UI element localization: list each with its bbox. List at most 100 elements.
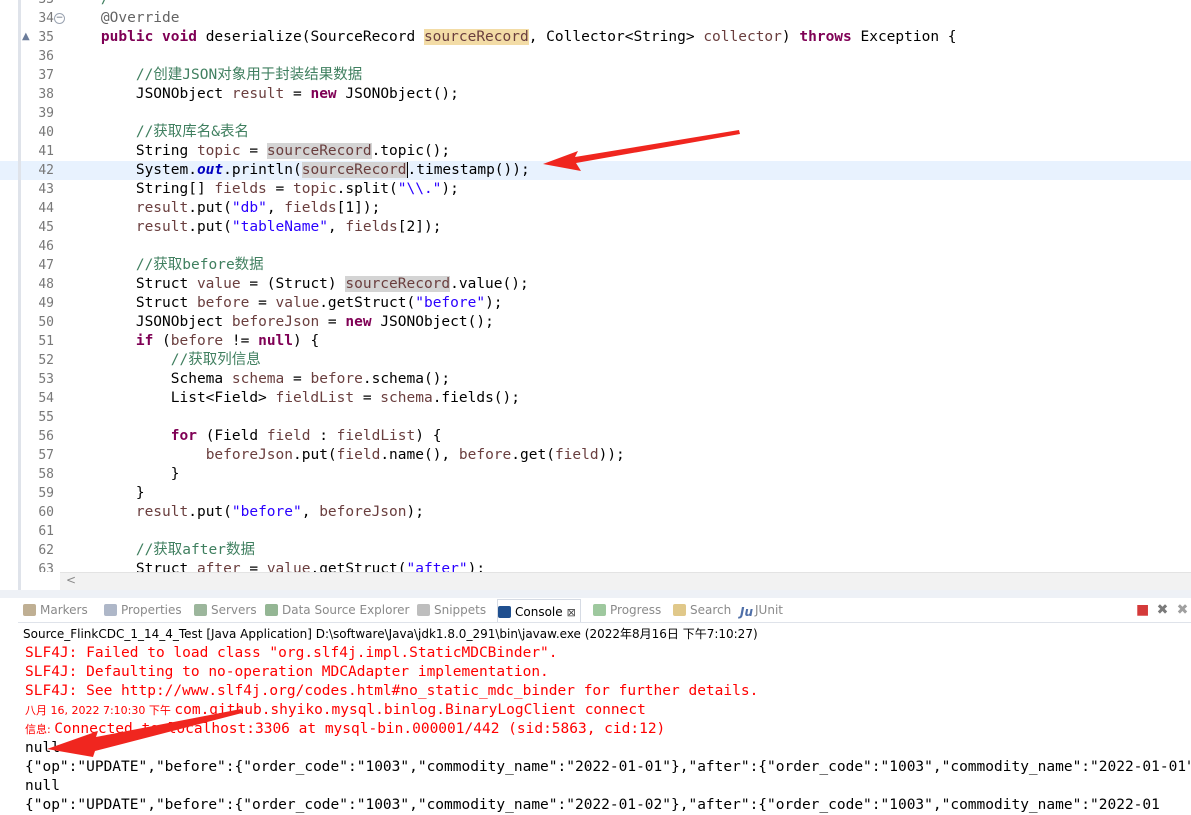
line-number: 51 bbox=[38, 334, 54, 349]
console-line: 八月 16, 2022 7:10:30 下午 com.github.shyiko… bbox=[25, 701, 646, 720]
console-line: 信息: Connected to localhost:3306 at mysql… bbox=[25, 720, 665, 739]
data-source-explorer-icon bbox=[265, 604, 278, 616]
line-number: 39 bbox=[38, 106, 54, 121]
code-line[interactable]: 59 } bbox=[0, 484, 1191, 503]
code-line[interactable]: 41 String topic = sourceRecord.topic(); bbox=[0, 142, 1191, 161]
line-number: 43 bbox=[38, 182, 54, 197]
console-toolbar: ■ ✖ ✖ bbox=[1129, 600, 1189, 620]
code-text: result.put("tableName", fields[2]); bbox=[135, 219, 442, 235]
tab-console[interactable]: Console ⊠ bbox=[497, 599, 581, 623]
code-text: //获取before数据 bbox=[135, 257, 264, 273]
console-line-text: SLF4J: See http://www.slf4j.org/codes.ht… bbox=[25, 683, 759, 699]
line-number: 56 bbox=[38, 429, 54, 444]
code-line[interactable]: 60 result.put("before", beforeJson); bbox=[0, 503, 1191, 522]
console-line-text: SLF4J: Defaulting to no-operation MDCAda… bbox=[25, 664, 549, 680]
line-number: 52 bbox=[38, 353, 54, 368]
code-line[interactable]: 47 //获取before数据 bbox=[0, 256, 1191, 275]
code-line[interactable]: 61 bbox=[0, 522, 1191, 541]
terminate-icon[interactable]: ■ bbox=[1136, 603, 1149, 617]
code-line[interactable]: 33 */ bbox=[0, 0, 1191, 9]
code-line[interactable]: 44 result.put("db", fields[1]); bbox=[0, 199, 1191, 218]
editor-horizontal-scrollbar[interactable] bbox=[60, 572, 1191, 590]
code-line[interactable]: 40 //获取库名&表名 bbox=[0, 123, 1191, 142]
code-text: */ bbox=[66, 0, 109, 9]
tab-junit[interactable]: Ju JUnit bbox=[740, 598, 783, 622]
code-line[interactable]: 45 result.put("tableName", fields[2]); bbox=[0, 218, 1191, 237]
code-line[interactable]: 54 List<Field> fieldList = schema.fields… bbox=[0, 389, 1191, 408]
code-text: result.put("db", fields[1]); bbox=[135, 200, 381, 216]
code-line[interactable]: 55 bbox=[0, 408, 1191, 427]
code-line[interactable]: 57 beforeJson.put(field.name(), before.g… bbox=[0, 446, 1191, 465]
scroll-left-icon[interactable]: < bbox=[66, 572, 76, 589]
code-text: JSONObject result = new JSONObject(); bbox=[66, 86, 459, 102]
code-text: result.put("before", beforeJson); bbox=[135, 504, 424, 520]
markers-icon bbox=[23, 604, 36, 616]
code-line[interactable]: 51 if (before != null) { bbox=[0, 332, 1191, 351]
code-line[interactable]: 63 Struct after = value.getStruct("after… bbox=[0, 560, 1191, 572]
close-icon[interactable]: ⊠ bbox=[567, 606, 576, 619]
console-line: {"op":"UPDATE","before":{"order_code":"1… bbox=[25, 796, 1160, 815]
tab-data-source-explorer[interactable]: Data Source Explorer bbox=[265, 598, 409, 622]
code-line[interactable]: 53 Schema schema = before.schema(); bbox=[0, 370, 1191, 389]
line-number: 46 bbox=[38, 239, 54, 254]
line-number: 34 bbox=[38, 11, 54, 26]
code-text: String[] fields = topic.split("\\."); bbox=[66, 181, 459, 197]
tab-servers[interactable]: Servers bbox=[194, 598, 257, 622]
tab-properties[interactable]: Properties bbox=[104, 598, 182, 622]
code-line[interactable]: 43 String[] fields = topic.split("\\."); bbox=[0, 180, 1191, 199]
code-line[interactable]: 46 bbox=[0, 237, 1191, 256]
remove-launch-icon[interactable]: ✖ bbox=[1156, 603, 1169, 617]
console-panel[interactable]: Source_FlinkCDC_1_14_4_Test [Java Applic… bbox=[18, 622, 1191, 813]
console-line-text: SLF4J: Failed to load class "org.slf4j.i… bbox=[25, 645, 558, 661]
code-text: JSONObject beforeJson = new JSONObject()… bbox=[66, 314, 494, 330]
code-line[interactable]: 58 } bbox=[0, 465, 1191, 484]
code-line[interactable]: 39 bbox=[0, 104, 1191, 123]
editor-panel-separator[interactable] bbox=[0, 590, 1191, 598]
code-text: for (Field field : fieldList) { bbox=[170, 428, 442, 444]
fold-toggle-icon[interactable]: − bbox=[54, 13, 65, 24]
line-number: 61 bbox=[38, 524, 54, 539]
properties-icon bbox=[104, 604, 117, 616]
code-text: @Override bbox=[100, 10, 180, 26]
tab-search[interactable]: Search bbox=[673, 598, 731, 622]
code-line[interactable]: 35 ▲ public void deserialize(SourceRecord… bbox=[0, 28, 1191, 47]
code-text: Struct before = value.getStruct("before"… bbox=[66, 295, 503, 311]
tab-snippets[interactable]: Snippets bbox=[417, 598, 486, 622]
console-line-text: com.github.shyiko.mysql.binlog.BinaryLog… bbox=[174, 702, 646, 718]
code-editor[interactable]: 33 */34− @Override35▲ public void deseri… bbox=[0, 0, 1191, 572]
code-text: public void deserialize(SourceRecord sou… bbox=[100, 29, 957, 45]
code-line[interactable]: 62 //获取after数据 bbox=[0, 541, 1191, 560]
code-text: beforeJson.put(field.name(), before.get(… bbox=[205, 447, 625, 463]
code-line[interactable]: 42 System.out.println(sourceRecord.times… bbox=[0, 161, 1191, 180]
code-line[interactable]: 48 Struct value = (Struct) sourceRecord.… bbox=[0, 275, 1191, 294]
code-line[interactable]: 36 bbox=[0, 47, 1191, 66]
code-line[interactable]: 37 //创建JSON对象用于封装结果数据 bbox=[0, 66, 1191, 85]
code-line[interactable]: 34− @Override bbox=[0, 9, 1191, 28]
console-line: {"op":"UPDATE","before":{"order_code":"1… bbox=[25, 758, 1191, 777]
progress-icon bbox=[593, 604, 606, 616]
editor-gutter-bar bbox=[18, 0, 21, 590]
console-line: null bbox=[25, 739, 60, 758]
log-prefix: 八月 16, 2022 7:10:30 下午 bbox=[25, 704, 175, 717]
remove-all-terminated-icon[interactable]: ✖ bbox=[1176, 603, 1189, 617]
code-line[interactable]: 56 for (Field field : fieldList) { bbox=[0, 427, 1191, 446]
views-tab-bar: Markers Properties Servers Data Source Expl… bbox=[18, 598, 1191, 623]
code-line[interactable]: 52 //获取列信息 bbox=[0, 351, 1191, 370]
code-line[interactable]: 49 Struct before = value.getStruct("befo… bbox=[0, 294, 1191, 313]
code-line[interactable]: 50 JSONObject beforeJson = new JSONObjec… bbox=[0, 313, 1191, 332]
tab-label: Console bbox=[515, 605, 563, 619]
code-text: //获取库名&表名 bbox=[135, 124, 250, 140]
line-number: 47 bbox=[38, 258, 54, 273]
code-line[interactable]: 38 JSONObject result = new JSONObject(); bbox=[0, 85, 1191, 104]
line-number: 63 bbox=[38, 562, 54, 572]
line-number: 37 bbox=[38, 68, 54, 83]
console-line-text: {"op":"UPDATE","before":{"order_code":"1… bbox=[25, 759, 1191, 775]
code-text: Struct after = value.getStruct("after"); bbox=[66, 561, 486, 572]
override-marker-icon[interactable]: ▲ bbox=[22, 31, 30, 42]
line-number: 60 bbox=[38, 505, 54, 520]
junit-icon: Ju bbox=[740, 605, 754, 619]
tab-progress[interactable]: Progress bbox=[593, 598, 661, 622]
code-text: //获取列信息 bbox=[170, 352, 261, 368]
line-number: 53 bbox=[38, 372, 54, 387]
tab-markers[interactable]: Markers bbox=[23, 598, 88, 622]
